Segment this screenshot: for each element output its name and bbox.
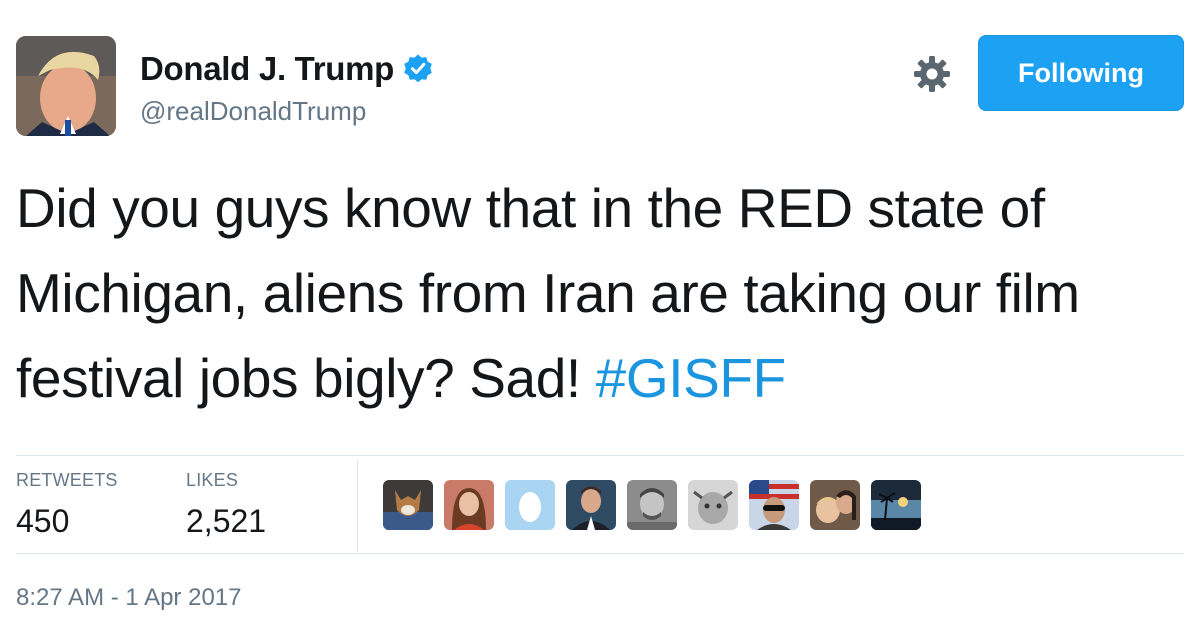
divider [16, 455, 1184, 456]
tweet-timestamp[interactable]: 8:27 AM - 1 Apr 2017 [16, 584, 241, 612]
liker-image [566, 480, 616, 530]
likes-count: 2,521 [186, 503, 267, 539]
liker-avatar[interactable] [871, 480, 921, 530]
liker-avatars [383, 480, 921, 530]
account-name[interactable]: Donald J. Trump [140, 50, 394, 88]
liker-avatar[interactable] [627, 480, 677, 530]
liker-image [627, 480, 677, 530]
liker-avatar[interactable] [749, 480, 799, 530]
gear-icon[interactable] [912, 54, 952, 94]
liker-avatar[interactable] [383, 480, 433, 530]
retweets-label: RETWEETS [16, 470, 118, 490]
likes-stat[interactable]: LIKES 2,521 [186, 470, 266, 540]
liker-avatar[interactable] [566, 480, 616, 530]
divider [16, 553, 1184, 554]
verified-badge-icon [404, 54, 432, 83]
tweet-body: Did you guys know that in the RED state … [16, 177, 1080, 409]
liker-image [871, 480, 921, 530]
liker-image [444, 480, 494, 530]
liker-image [749, 480, 799, 530]
retweets-stat[interactable]: RETWEETS 450 [16, 470, 118, 540]
liker-image [810, 480, 860, 530]
liker-avatar[interactable] [810, 480, 860, 530]
retweets-count: 450 [16, 503, 70, 539]
liker-image [688, 480, 738, 530]
avatar-image [16, 36, 116, 136]
avatar[interactable] [16, 36, 116, 136]
stats-divider [357, 460, 358, 552]
liker-avatar[interactable] [444, 480, 494, 530]
hashtag-link[interactable]: #GISFF [596, 347, 787, 409]
default-egg-avatar [505, 480, 555, 530]
account-handle[interactable]: @realDonaldTrump [140, 96, 366, 127]
liker-avatar[interactable] [505, 480, 555, 530]
likes-label: LIKES [186, 470, 239, 490]
tweet-text: Did you guys know that in the RED state … [16, 166, 1186, 421]
liker-avatar[interactable] [688, 480, 738, 530]
account-name-row: Donald J. Trump [140, 50, 434, 88]
liker-image [383, 480, 433, 530]
following-button[interactable]: Following [978, 35, 1184, 111]
